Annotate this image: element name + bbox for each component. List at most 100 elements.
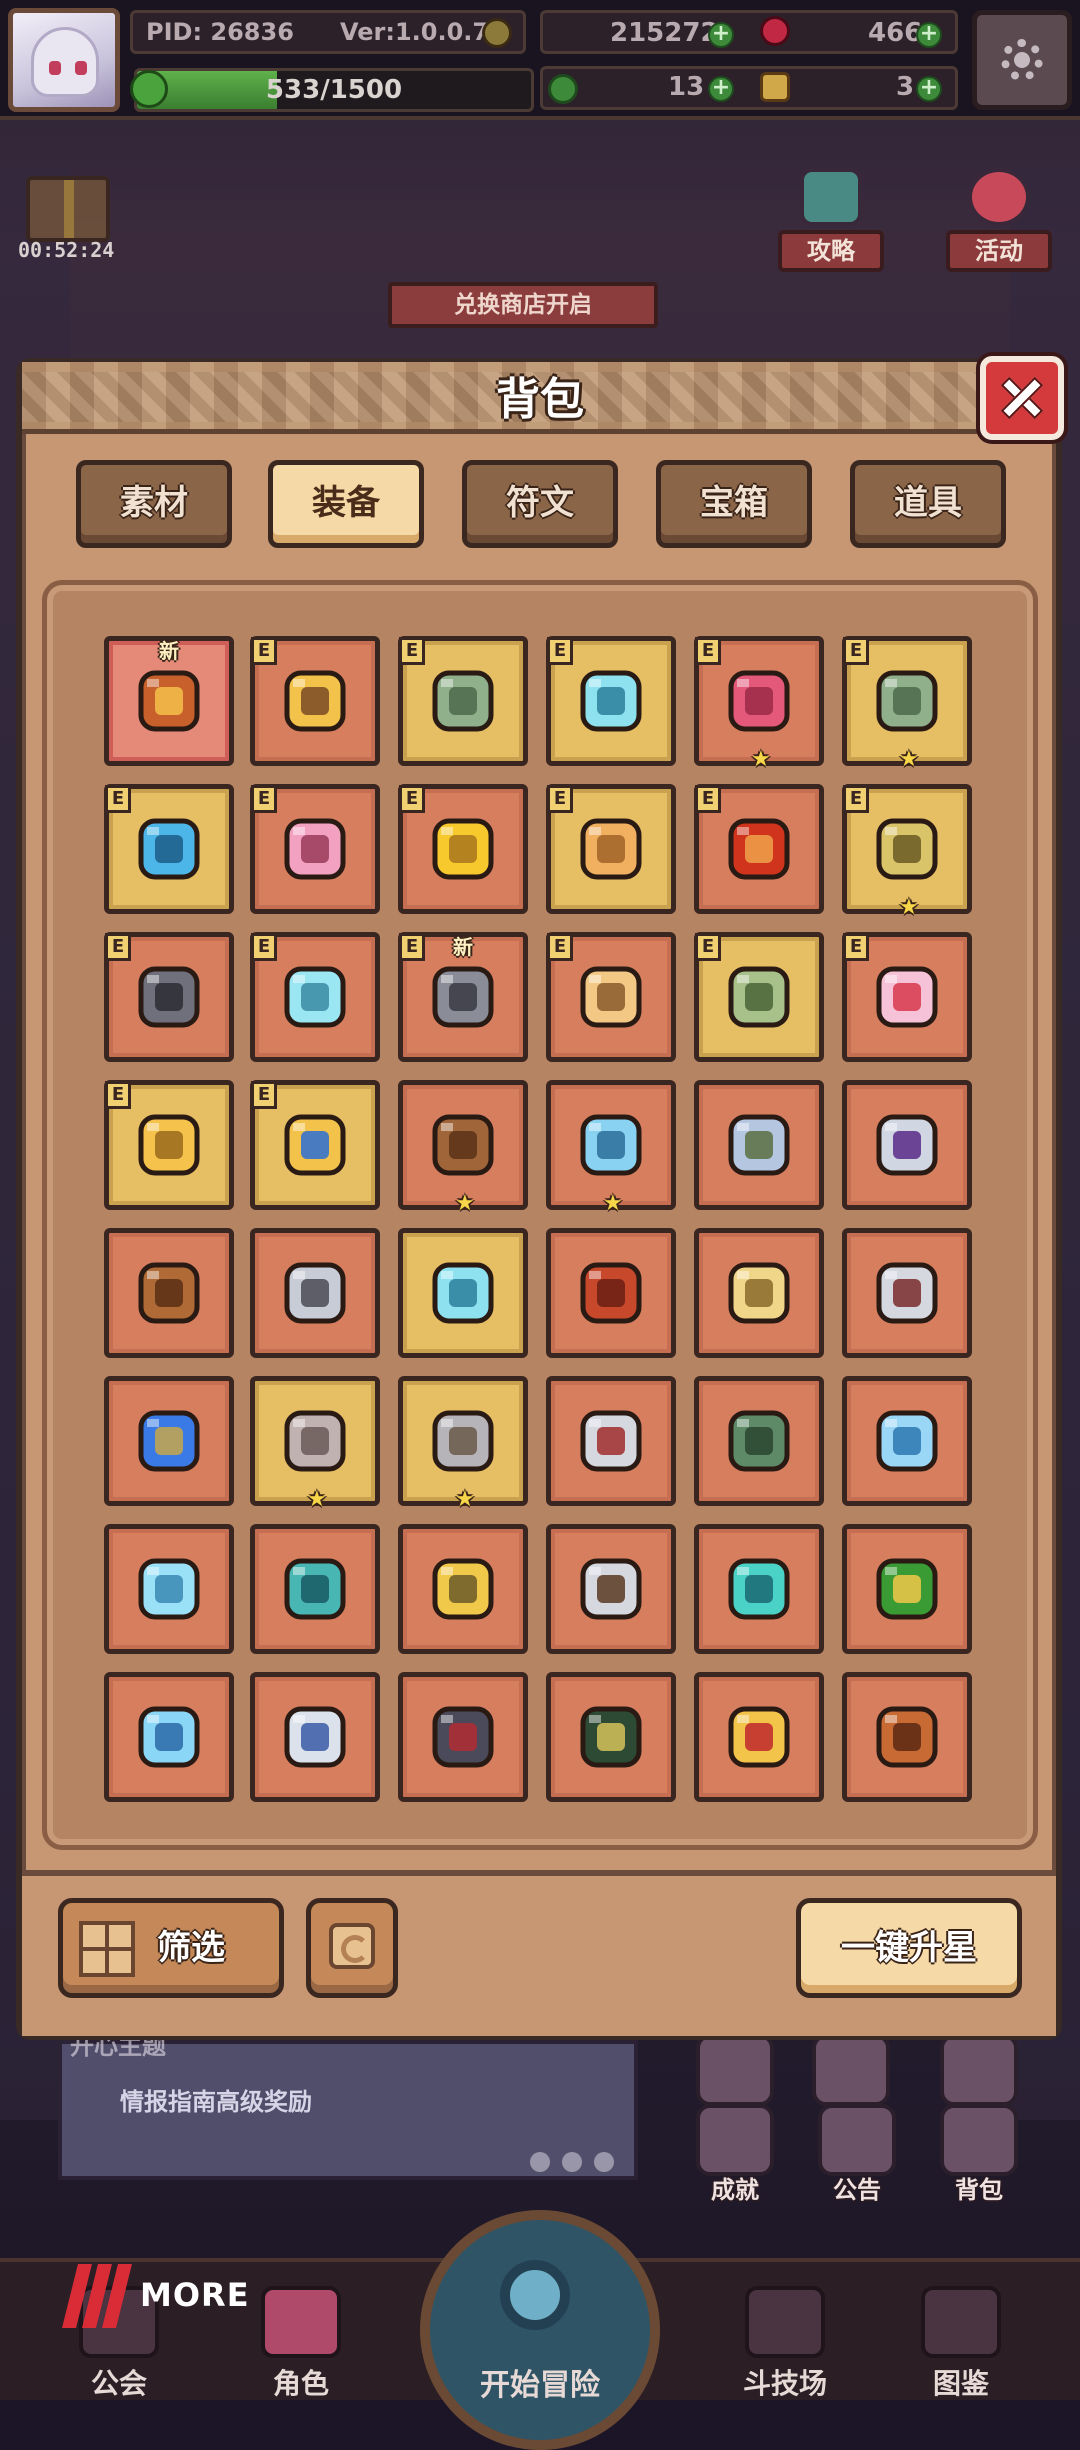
crossed-swords-icon <box>717 1103 801 1187</box>
inventory-slot[interactable]: E ★ <box>842 784 972 919</box>
inventory-slot[interactable]: E <box>694 784 824 914</box>
new-badge: 新 <box>159 639 179 663</box>
inventory-slot[interactable] <box>104 1672 234 1802</box>
inventory-slot[interactable]: ★ <box>546 1080 676 1215</box>
golden-staff-icon <box>273 659 357 743</box>
inventory-slot[interactable] <box>250 1524 380 1654</box>
filter-button[interactable]: 筛选 <box>58 1898 284 1998</box>
inventory-slot[interactable]: E <box>250 636 380 766</box>
inventory-slot[interactable] <box>842 1376 972 1506</box>
nav-arena[interactable]: 斗技场 <box>700 2280 870 2400</box>
gem-amount: 466 <box>868 18 923 48</box>
star-icon: ★ <box>455 1487 475 1512</box>
carousel-dot[interactable] <box>530 2152 550 2172</box>
new-badge: 新 <box>453 935 473 959</box>
chat-bubble-icon <box>800 168 862 226</box>
inventory-slot[interactable]: E <box>842 932 972 1062</box>
inventory-slot[interactable]: E <box>104 784 234 914</box>
inventory-slot[interactable] <box>842 1524 972 1654</box>
inventory-slot[interactable]: E ★ <box>694 636 824 771</box>
inventory-slot[interactable]: ★ <box>398 1080 528 1215</box>
inventory-slot[interactable] <box>398 1228 528 1358</box>
achievement-button[interactable]: 成就 <box>686 2104 784 2210</box>
carousel-dot[interactable] <box>594 2152 614 2172</box>
inventory-slot[interactable]: E <box>104 1080 234 1210</box>
inventory-slot[interactable]: E <box>398 784 528 914</box>
close-button[interactable] <box>980 356 1064 440</box>
grid-filter-icon <box>79 1921 135 1977</box>
inventory-slot[interactable]: E <box>250 784 380 914</box>
gear-icon <box>1001 39 1043 81</box>
tab-materials[interactable]: 素材 <box>76 460 232 548</box>
inventory-slot[interactable] <box>104 1228 234 1358</box>
inventory-slot[interactable]: E <box>104 932 234 1062</box>
inventory-slot[interactable]: 新 <box>104 636 234 766</box>
inventory-slot[interactable] <box>546 1228 676 1358</box>
inventory-slot[interactable] <box>546 1376 676 1506</box>
more-overlay-label[interactable]: MORE <box>140 2276 250 2314</box>
inventory-slot[interactable] <box>546 1524 676 1654</box>
inventory-slot[interactable] <box>842 1672 972 1802</box>
guide-button[interactable]: 攻略 <box>778 168 884 278</box>
bone-staff-icon <box>127 1251 211 1335</box>
inventory-slot[interactable] <box>250 1228 380 1358</box>
inventory-slot[interactable] <box>694 1228 824 1358</box>
inventory-slot[interactable]: E ★ <box>842 636 972 771</box>
inventory-slot[interactable]: E <box>250 932 380 1062</box>
lava-stone-icon <box>717 807 801 891</box>
inventory-slot[interactable] <box>250 1672 380 1802</box>
inventory-slot[interactable]: E <box>398 636 528 766</box>
exchange-shop-banner[interactable]: 兑换商店开启 <box>388 282 658 328</box>
shop-icon <box>812 2034 890 2106</box>
inventory-slot[interactable] <box>842 1228 972 1358</box>
inventory-slot[interactable] <box>694 1672 824 1802</box>
refresh-button[interactable] <box>306 1898 398 1998</box>
tab-runes[interactable]: 符文 <box>462 460 618 548</box>
equipped-badge: E <box>399 637 425 665</box>
gift-box-icon[interactable] <box>26 176 110 242</box>
heart-necklace-icon <box>865 955 949 1039</box>
inventory-slot[interactable] <box>104 1376 234 1506</box>
carousel-dot[interactable] <box>562 2152 582 2172</box>
more-logo-icon[interactable] <box>60 2264 132 2332</box>
nav-start-adventure[interactable]: 开始冒险 <box>412 2210 668 2450</box>
player-avatar[interactable] <box>8 8 120 112</box>
blue-orb-icon <box>127 807 211 891</box>
inventory-slot[interactable]: E新 <box>398 932 528 1062</box>
add-gold-button[interactable]: + <box>708 22 734 48</box>
dark-helmet-icon <box>421 1695 505 1779</box>
backpack-button[interactable]: 背包 <box>930 2104 1028 2210</box>
one-click-upgrade-button[interactable]: 一键升星 <box>796 1898 1022 1998</box>
events-label: 活动 <box>946 230 1052 272</box>
tab-equipment[interactable]: 装备 <box>268 460 424 548</box>
settings-button[interactable] <box>972 10 1072 110</box>
inventory-slot[interactable]: E <box>546 932 676 1062</box>
add-clover-button[interactable]: + <box>708 76 734 102</box>
inventory-slot[interactable]: E <box>546 636 676 766</box>
gold-necklace-icon <box>127 1103 211 1187</box>
nav-codex[interactable]: 图鉴 <box>876 2280 1046 2400</box>
inventory-slot[interactable] <box>694 1080 824 1210</box>
inventory-slot[interactable] <box>694 1524 824 1654</box>
inventory-slot[interactable]: E <box>694 932 824 1062</box>
inventory-slot[interactable]: ★ <box>398 1376 528 1511</box>
events-button[interactable]: 活动 <box>946 168 1052 278</box>
inventory-slot[interactable] <box>842 1080 972 1210</box>
crossed-swords-nav-icon <box>745 2286 825 2358</box>
crystal-blade-icon <box>127 1547 211 1631</box>
inventory-slot[interactable]: E <box>546 784 676 914</box>
sapphire-scepter-icon <box>127 1399 211 1483</box>
tab-items[interactable]: 道具 <box>850 460 1006 548</box>
inventory-slot[interactable] <box>546 1672 676 1802</box>
inventory-slot[interactable] <box>694 1376 824 1506</box>
add-key-button[interactable]: + <box>916 76 942 102</box>
inventory-slot[interactable] <box>398 1524 528 1654</box>
inventory-slot[interactable]: ★ <box>250 1376 380 1511</box>
inventory-slot[interactable] <box>398 1672 528 1802</box>
inventory-slot[interactable] <box>104 1524 234 1654</box>
announcement-button[interactable]: 公告 <box>808 2104 906 2210</box>
add-gem-button[interactable]: + <box>916 22 942 48</box>
inventory-slot[interactable]: E <box>250 1080 380 1210</box>
tab-chests[interactable]: 宝箱 <box>656 460 812 548</box>
ice-helmet-icon <box>127 1695 211 1779</box>
